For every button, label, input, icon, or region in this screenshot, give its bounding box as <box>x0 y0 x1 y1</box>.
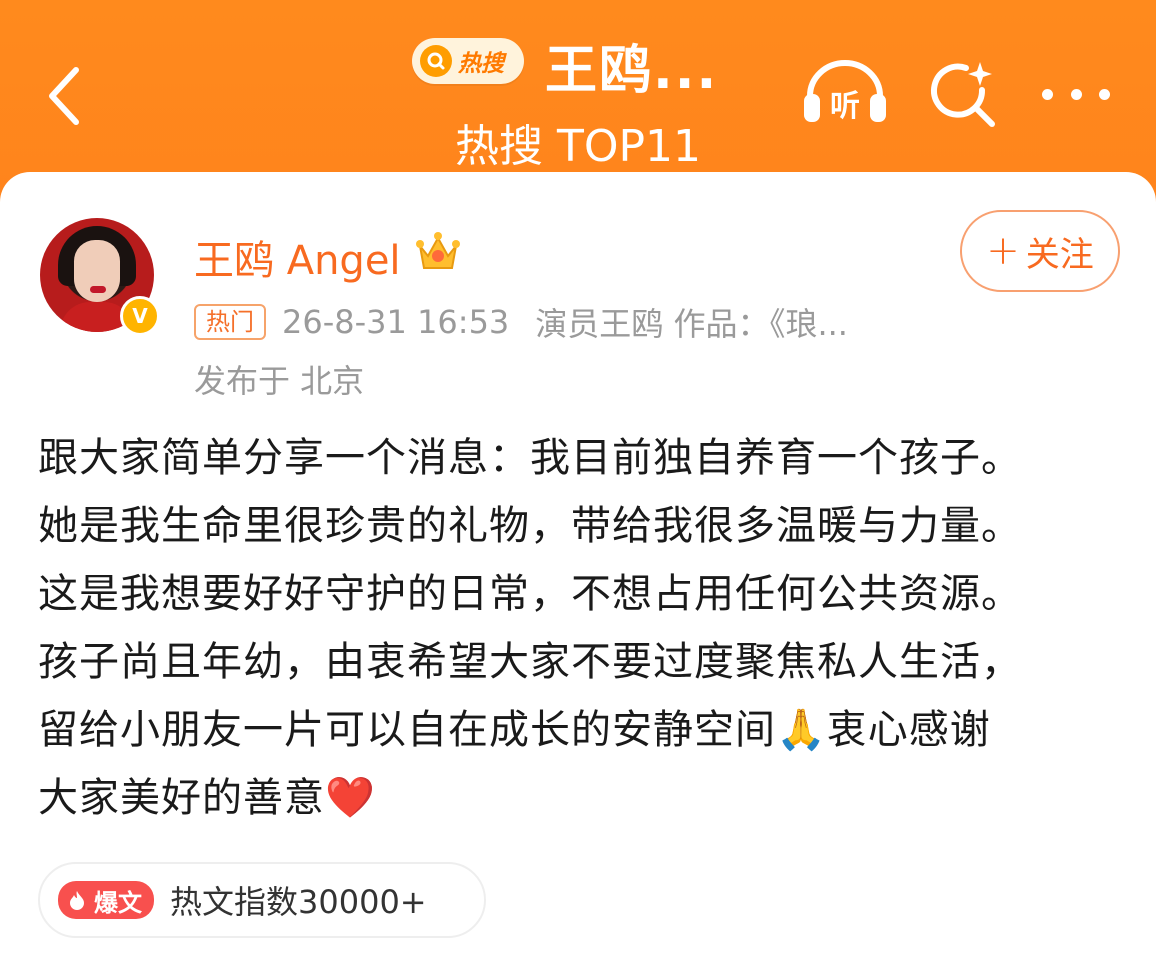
search-button[interactable] <box>926 56 1002 132</box>
headphones-icon: 听 <box>804 60 886 124</box>
post-meta: 热门 26-8-31 16:53 演员王鸥 作品：《琅... <box>194 299 848 345</box>
more-icon-dot <box>1042 88 1053 100</box>
follow-button[interactable]: + 关注 <box>960 210 1120 292</box>
post-text-line: 大家美好的善意❤️ <box>38 775 376 821</box>
top-header: 热搜 王鸥... 热搜 TOP11 听 <box>0 0 1156 180</box>
listen-label: 听 <box>830 89 860 124</box>
hot-search-badge[interactable]: 热搜 <box>412 38 524 84</box>
post-location: 发布于 北京 <box>194 362 365 400</box>
post-text-line: 她是我生命里很珍贵的礼物，带给我很多温暖与力量。 <box>38 503 1022 549</box>
hot-index-text: 热文指数30000+ <box>170 883 427 921</box>
flame-icon <box>70 891 84 910</box>
post-card: V 王鸥 Angel + 关注 热门 26-8-31 16:53 演员王鸥 作品… <box>0 172 1156 954</box>
hot-index-pill[interactable]: 爆文 热文指数30000+ <box>38 862 486 938</box>
baowen-label: 爆文 <box>94 888 142 917</box>
search-badge-icon <box>420 45 452 77</box>
post-text-line: 跟大家简单分享一个消息：我目前独自养育一个孩子。 <box>38 435 1022 481</box>
post-text[interactable]: 跟大家简单分享一个消息：我目前独自养育一个孩子。 她是我生命里很珍贵的礼物，带给… <box>38 424 1128 832</box>
hot-search-badge-label: 热搜 <box>458 51 504 77</box>
search-sparkle-icon <box>931 62 995 127</box>
more-icon-dot <box>1070 88 1082 100</box>
post-text-line: 孩子尚且年幼，由衷希望大家不要过度聚焦私人生活， <box>38 639 1022 685</box>
listen-button[interactable]: 听 <box>800 58 890 128</box>
post-text-line: 留给小朋友一片可以自在成长的安静空间🙏衷心感谢 <box>38 707 991 753</box>
plus-icon: + <box>986 228 1020 274</box>
verified-badge: V <box>120 296 160 336</box>
post-source[interactable]: 演员王鸥 作品：《琅... <box>535 299 848 345</box>
hot-tag: 热门 <box>194 304 266 340</box>
author-name[interactable]: 王鸥 Angel <box>194 228 401 286</box>
post-text-line: 这是我想要好好守护的日常，不想占用任何公共资源。 <box>38 571 1022 617</box>
more-button[interactable] <box>1036 72 1116 116</box>
follow-label: 关注 <box>1025 234 1094 275</box>
baowen-badge: 爆文 <box>58 881 154 919</box>
post-timestamp: 26-8-31 16:53 <box>282 303 510 341</box>
crown-icon <box>416 232 460 269</box>
more-icon-dot <box>1099 88 1110 100</box>
page-title: 王鸥... <box>545 41 719 101</box>
